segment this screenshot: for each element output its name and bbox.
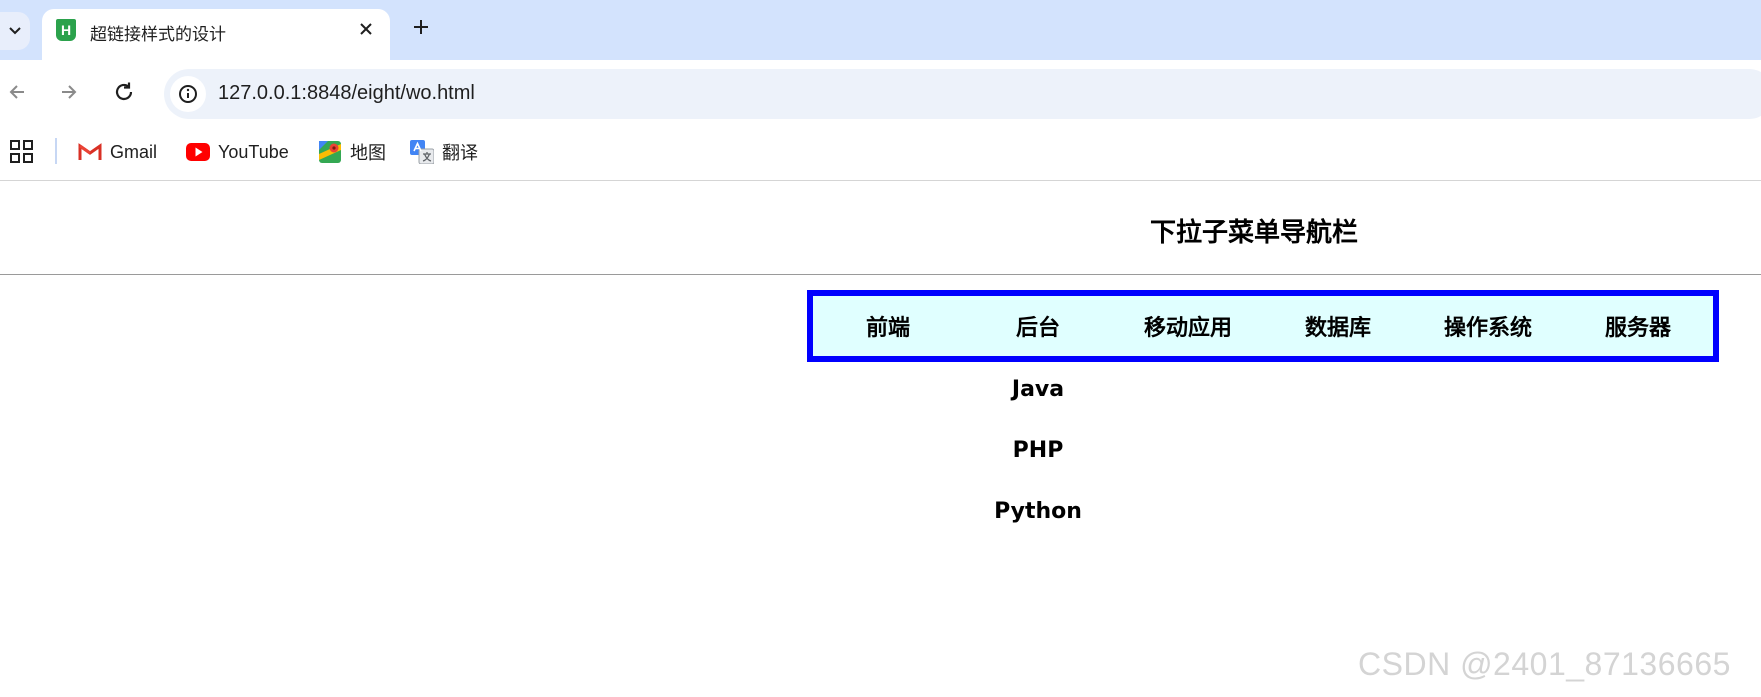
- bookmark-youtube[interactable]: YouTube: [186, 136, 289, 168]
- submenu-item-php[interactable]: PHP: [963, 420, 1113, 481]
- chevron-down-icon: [9, 27, 21, 35]
- horizontal-rule: [0, 274, 1761, 275]
- close-tab-button[interactable]: [354, 17, 378, 41]
- csdn-watermark: CSDN @2401_87136665: [1358, 646, 1731, 682]
- reload-icon: [115, 82, 133, 101]
- bookmark-label: Gmail: [110, 141, 158, 162]
- page-heading: 下拉子菜单导航栏: [1150, 218, 1359, 248]
- bookmark-label: 地图: [350, 143, 386, 163]
- apps-grid-icon[interactable]: [10, 140, 34, 164]
- arrow-right-icon: [62, 85, 77, 99]
- tab-search-button[interactable]: [0, 12, 30, 50]
- youtube-icon: [186, 140, 210, 164]
- info-icon: [179, 85, 197, 103]
- dropdown-nav-bar: 前端 后台 移动应用 数据库 操作系统 服务器: [807, 290, 1719, 362]
- plus-icon: [414, 20, 428, 34]
- tab-strip: H 超链接样式的设计: [0, 0, 1761, 60]
- submenu-item-python[interactable]: Python: [963, 481, 1113, 542]
- gmail-icon: [78, 140, 102, 164]
- new-tab-button[interactable]: [408, 14, 434, 40]
- backend-submenu: Java PHP Python: [963, 359, 1113, 542]
- bookmarks-divider: [55, 138, 57, 164]
- maps-icon: [318, 140, 342, 164]
- nav-item-backend[interactable]: 后台: [963, 296, 1113, 356]
- arrow-left-icon: [9, 85, 24, 99]
- nav-item-os[interactable]: 操作系统: [1413, 296, 1563, 356]
- tab-title: 超链接样式的设计: [90, 25, 226, 45]
- site-info-button[interactable]: [170, 76, 206, 112]
- back-button[interactable]: [0, 75, 34, 109]
- active-tab[interactable]: H 超链接样式的设计: [42, 9, 390, 60]
- hbuilder-favicon-icon: H: [56, 19, 76, 41]
- bookmark-gmail[interactable]: Gmail: [78, 136, 157, 168]
- close-icon: [360, 23, 372, 35]
- reload-button[interactable]: [107, 75, 141, 109]
- address-bar[interactable]: 127.0.0.1:8848/eight/wo.html: [164, 69, 1761, 119]
- bookmark-label: 翻译: [442, 143, 478, 163]
- bookmarks-bar: Gmail YouTube 地图 翻译: [0, 126, 1761, 181]
- nav-item-frontend[interactable]: 前端: [813, 296, 963, 356]
- bookmark-maps[interactable]: 地图: [318, 136, 386, 168]
- url-text[interactable]: 127.0.0.1:8848/eight/wo.html: [218, 82, 475, 105]
- forward-button[interactable]: [52, 75, 86, 109]
- browser-toolbar: 127.0.0.1:8848/eight/wo.html: [0, 60, 1761, 126]
- bookmark-translate[interactable]: 翻译: [410, 136, 478, 168]
- submenu-item-java[interactable]: Java: [963, 359, 1113, 420]
- nav-item-server[interactable]: 服务器: [1563, 296, 1713, 356]
- translate-icon: [410, 140, 434, 164]
- nav-item-mobile[interactable]: 移动应用: [1113, 296, 1263, 356]
- nav-item-database[interactable]: 数据库: [1263, 296, 1413, 356]
- bookmark-label: YouTube: [218, 141, 289, 162]
